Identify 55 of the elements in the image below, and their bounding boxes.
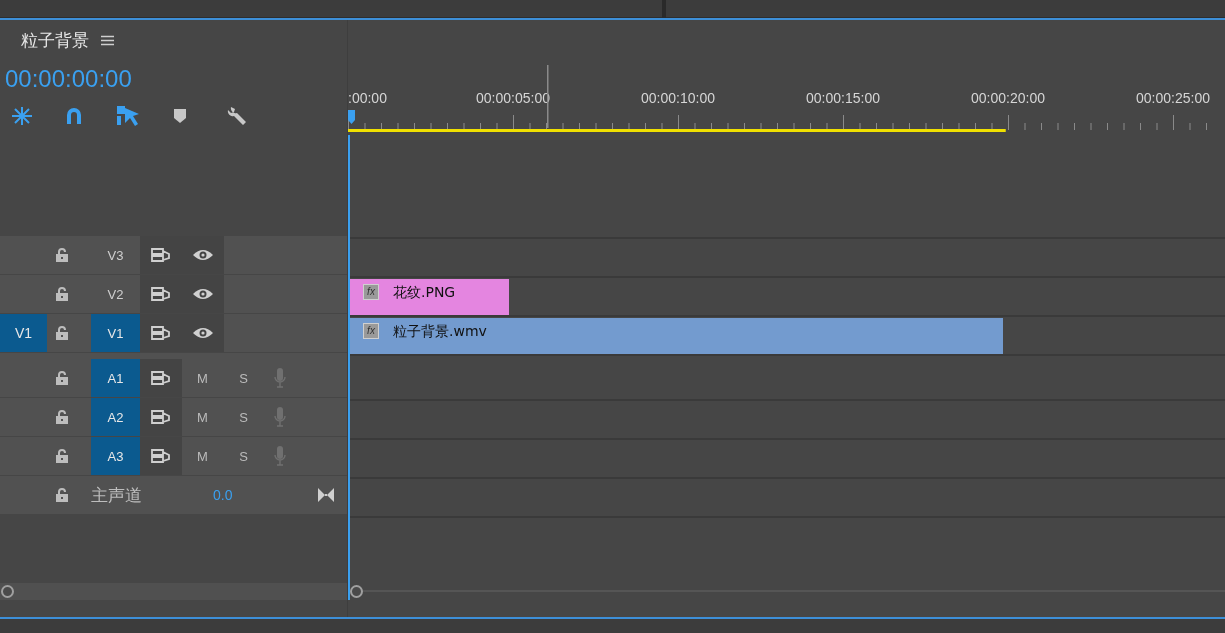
timecode[interactable]: 00:00:00:00 [5, 65, 132, 93]
wrench-icon[interactable] [227, 105, 249, 127]
sync-lock-icon[interactable] [151, 287, 171, 301]
eye-icon[interactable] [192, 248, 214, 262]
mute-button[interactable]: M [182, 409, 223, 425]
sync-lock-icon[interactable] [151, 449, 171, 463]
track-target[interactable]: V3 [91, 236, 140, 274]
marker-icon[interactable] [173, 108, 187, 124]
clip[interactable]: fx 花纹.PNG [348, 278, 509, 315]
mute-button[interactable]: M [182, 370, 223, 386]
track-target[interactable]: A3 [91, 437, 140, 475]
playhead-handle[interactable] [348, 110, 355, 124]
time-label: 00:00:20:00 [971, 90, 1045, 106]
track-target[interactable]: V1 [91, 314, 140, 352]
scrollbar[interactable] [0, 582, 347, 600]
clip-name: 花纹.PNG [393, 283, 456, 302]
solo-button[interactable]: S [223, 370, 264, 386]
clip-name: 粒子背景.wmv [393, 322, 487, 341]
time-label: 00:00:15:00 [806, 90, 880, 106]
bowtie-icon[interactable] [318, 488, 334, 502]
mute-button[interactable]: M [182, 448, 223, 464]
lock-icon[interactable] [56, 488, 68, 502]
time-label: :00:00 [348, 90, 387, 106]
sync-lock-icon[interactable] [151, 248, 171, 262]
time-label: 00:00:05:00 [476, 90, 550, 106]
fx-badge[interactable]: fx [363, 322, 379, 339]
hover-line [547, 65, 549, 128]
nest-toggle-icon[interactable] [10, 106, 34, 126]
lock-icon[interactable] [56, 248, 68, 262]
lock-icon[interactable] [56, 371, 68, 385]
linked-selection-icon[interactable] [116, 105, 140, 127]
track-target[interactable]: A1 [91, 359, 140, 397]
menu-icon[interactable] [101, 34, 114, 46]
solo-button[interactable]: S [223, 448, 264, 464]
volume-value[interactable]: 0.0 [213, 487, 318, 503]
magnet-icon[interactable] [64, 106, 84, 126]
sync-lock-icon[interactable] [151, 371, 171, 385]
track-target[interactable]: V2 [91, 275, 140, 313]
eye-icon[interactable] [192, 326, 214, 340]
source-patch[interactable]: V1 [0, 314, 47, 352]
sequence-tab-title[interactable]: 粒子背景 [21, 28, 89, 52]
eye-icon[interactable] [192, 287, 214, 301]
time-label: 00:00:10:00 [641, 90, 715, 106]
fx-badge[interactable]: fx [363, 283, 379, 300]
track-name: 主声道 [91, 483, 143, 507]
sync-lock-icon[interactable] [151, 326, 171, 340]
sync-lock-icon[interactable] [151, 410, 171, 424]
track-target[interactable]: A2 [91, 398, 140, 436]
lock-icon[interactable] [56, 449, 68, 463]
lock-icon[interactable] [56, 410, 68, 424]
clip[interactable]: fx 粒子背景.wmv [348, 317, 1003, 354]
time-label: 00:00:25:00 [1136, 90, 1210, 106]
lock-icon[interactable] [56, 326, 68, 340]
solo-button[interactable]: S [223, 409, 264, 425]
lock-icon[interactable] [56, 287, 68, 301]
